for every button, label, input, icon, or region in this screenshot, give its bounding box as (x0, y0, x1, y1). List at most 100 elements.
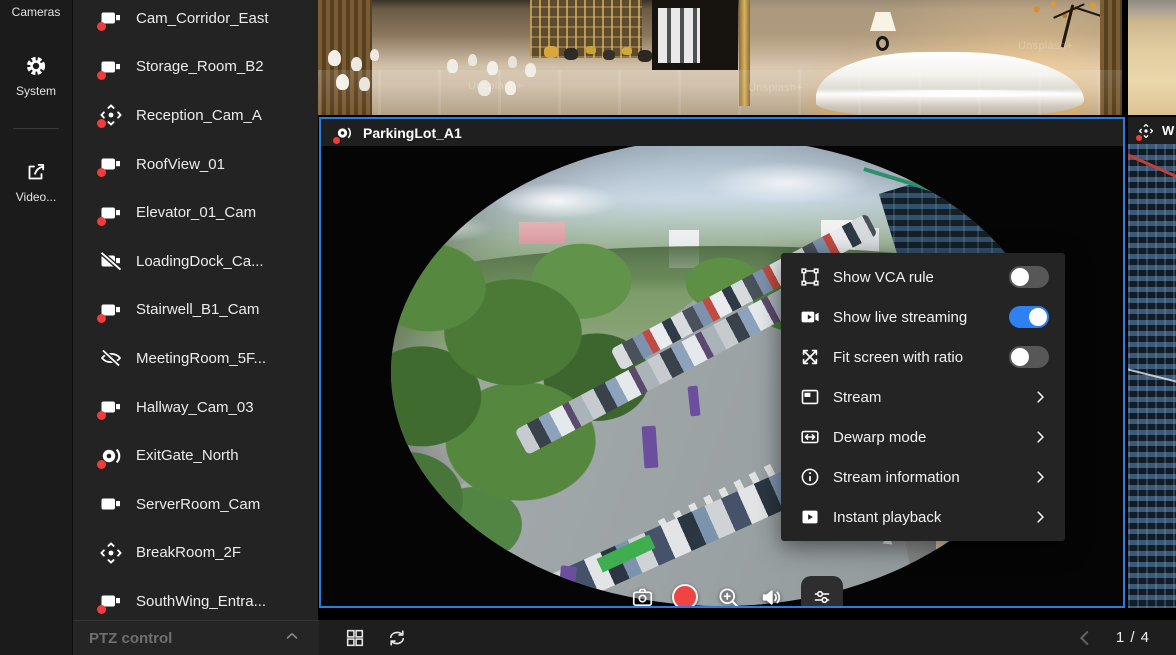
nav-rail: Cameras System Video... (0, 0, 72, 655)
menu-item-fit-screen-with-ratio[interactable]: Fit screen with ratio (781, 337, 1065, 377)
rail-cameras-label: Cameras (12, 5, 61, 19)
menu-item-show-vca-rule[interactable]: Show VCA rule (781, 257, 1065, 297)
live-dot (97, 71, 106, 80)
live-dot (333, 137, 340, 144)
tile-title: ParkingLot_A1 (363, 125, 462, 141)
cam-off-icon (99, 249, 123, 273)
cam-icon (99, 298, 123, 322)
toggle-knob (1011, 348, 1029, 366)
record-button[interactable] (672, 584, 698, 606)
lobby-white-chairs (328, 50, 341, 66)
menu-item-dewarp-mode[interactable]: Dewarp mode (781, 417, 1065, 457)
live-icon (799, 306, 821, 328)
zoom-in-button[interactable] (715, 584, 741, 606)
live-dot (97, 217, 106, 226)
video-control-bar (629, 576, 843, 606)
live-dot (1136, 135, 1142, 141)
rail-system-label: System (16, 84, 56, 98)
ptz-control-label: PTZ control (89, 630, 172, 647)
camera-list-item-breakroom-2f[interactable]: BreakRoom_2F (73, 529, 319, 578)
playback-icon (799, 506, 821, 528)
chevron-right-icon[interactable] (1031, 388, 1049, 406)
camera-list: Cam_Corridor_East Storage_Room_B2 Recept… (73, 0, 319, 622)
camera-list-item-meetingroom-5f[interactable]: MeetingRoom_5F... (73, 334, 319, 383)
audio-button[interactable] (758, 584, 784, 606)
dewarp-icon (799, 426, 821, 448)
live-dot (97, 314, 106, 323)
grid-layout-button[interactable] (344, 627, 366, 649)
camera-list-item-serverroom-cam[interactable]: ServerRoom_Cam (73, 480, 319, 529)
video-grid: Unsplash+ Unsplash+ Unsplash+ ParkingLot… (318, 0, 1176, 655)
ptz-camera-icon (1138, 123, 1154, 139)
tile-context-menu: Show VCA rule Show live streaming Fit sc… (781, 253, 1065, 541)
lobby-door-panes (658, 8, 700, 63)
tile-title: W (1162, 123, 1174, 138)
cam-icon (99, 589, 123, 613)
camera-list-item-loadingdock-ca[interactable]: LoadingDock_Ca... (73, 237, 319, 286)
cam-icon (99, 6, 123, 30)
rail-item-cameras[interactable]: Cameras (0, 5, 72, 19)
purple-banner (642, 426, 659, 469)
menu-item-stream-information[interactable]: Stream information (781, 457, 1065, 497)
gear-icon (24, 54, 48, 78)
rail-item-video-export[interactable]: Video... (0, 160, 72, 204)
toggle-off-show-vca-rule[interactable] (1009, 266, 1049, 288)
camera-list-item-exitgate-north[interactable]: ExitGate_North (73, 431, 319, 480)
eye-off-icon (99, 346, 123, 370)
cam-icon (99, 201, 123, 225)
vca-icon (799, 266, 821, 288)
camera-list-panel: Cam_Corridor_East Storage_Room_B2 Recept… (72, 0, 318, 655)
ptz-control-header[interactable]: PTZ control (73, 620, 319, 655)
camera-list-item-cam-corridor-east[interactable]: Cam_Corridor_East (73, 0, 319, 43)
rail-divider (13, 128, 59, 129)
rail-video-label: Video... (16, 190, 56, 204)
fit-icon (799, 346, 821, 368)
page-indicator: 1 / 4 (1116, 629, 1150, 646)
menu-item-show-live-streaming[interactable]: Show live streaming (781, 297, 1065, 337)
ptz-icon (99, 103, 123, 127)
video-tile-lobby[interactable]: Unsplash+ Unsplash+ Unsplash+ (318, 0, 1122, 115)
camera-list-item-storage-room-b2[interactable]: Storage_Room_B2 (73, 43, 319, 92)
rail-item-system[interactable]: System (0, 54, 72, 98)
chevron-right-icon[interactable] (1031, 428, 1049, 446)
camera-list-item-reception-cam-a[interactable]: Reception_Cam_A (73, 91, 319, 140)
tile-titlebar: ParkingLot_A1 (321, 119, 1123, 146)
live-dot (97, 460, 106, 469)
video-tile-right-sliver[interactable]: W (1128, 117, 1176, 608)
menu-item-stream[interactable]: Stream (781, 377, 1065, 417)
stream-icon (799, 386, 821, 408)
video-tile-topright-sliver[interactable] (1128, 0, 1176, 115)
camera-list-item-elevator-01-cam[interactable]: Elevator_01_Cam (73, 188, 319, 237)
stream-settings-button[interactable] (801, 576, 843, 606)
chevron-right-icon[interactable] (1031, 468, 1049, 486)
vms-app: Cameras System Video... Cam_Corridor_Eas… (0, 0, 1176, 655)
snapshot-button[interactable] (629, 584, 655, 606)
fisheye-icon (99, 444, 123, 468)
fisheye-camera-icon (335, 124, 353, 142)
camera-list-item-southwing-entra[interactable]: SouthWing_Entra... (73, 577, 319, 622)
toggle-on-show-live-streaming[interactable] (1009, 306, 1049, 328)
cam-icon (99, 152, 123, 176)
tile-titlebar: W (1128, 117, 1176, 144)
pagination: 1 / 4 (1074, 627, 1176, 649)
chevron-right-icon[interactable] (1031, 508, 1049, 526)
cam-icon (99, 395, 123, 419)
chevron-up-icon (283, 627, 301, 650)
video-tile-parkinglot[interactable]: ParkingLot_A1 (319, 117, 1125, 608)
live-dot (97, 168, 106, 177)
chevron-left-icon[interactable] (1074, 627, 1096, 649)
layout-buttons (318, 627, 408, 649)
live-dot (97, 411, 106, 420)
share-icon (24, 160, 48, 184)
camera-list-item-hallway-cam-03[interactable]: Hallway_Cam_03 (73, 383, 319, 432)
lobby-lounge-chairs (544, 46, 558, 58)
sequence-refresh-button[interactable] (386, 627, 408, 649)
cam-icon (99, 55, 123, 79)
lobby-doorway (652, 0, 738, 70)
camera-list-item-stairwell-b1-cam[interactable]: Stairwell_B1_Cam (73, 286, 319, 335)
lobby-lamp-ring (876, 36, 889, 51)
lobby-floor-reflection (318, 70, 1122, 115)
toggle-off-fit-screen-with-ratio[interactable] (1009, 346, 1049, 368)
camera-list-item-roofview-01[interactable]: RoofView_01 (73, 140, 319, 189)
menu-item-instant-playback[interactable]: Instant playback (781, 497, 1065, 537)
